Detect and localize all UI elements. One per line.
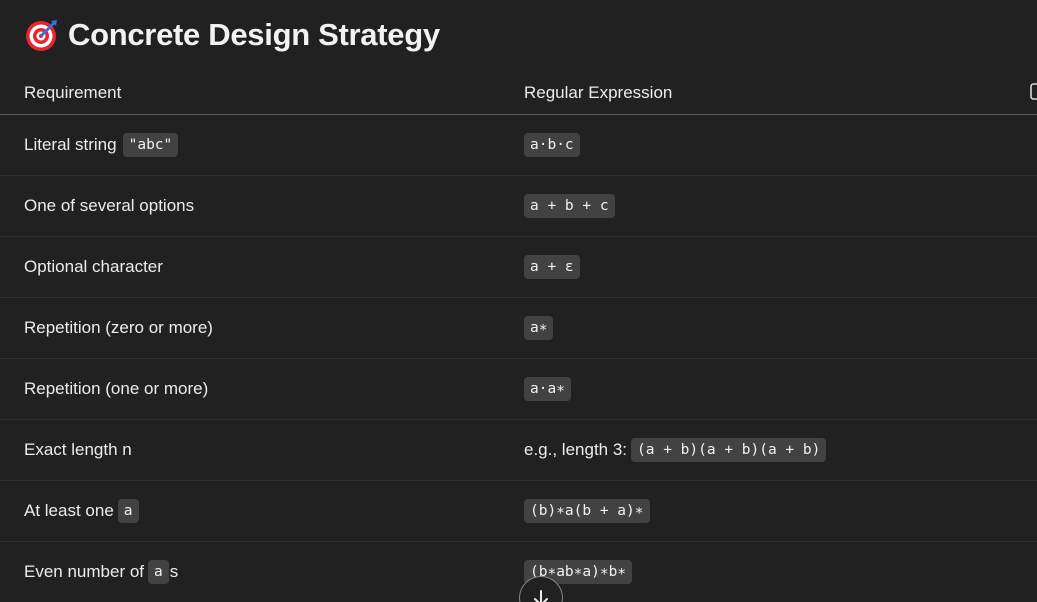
requirement-text: One of several options (24, 196, 195, 215)
requirement-cell: Repetition (one or more) (24, 359, 208, 419)
table-header: Requirement Regular Expression (0, 71, 1037, 115)
requirement-cell: Optional character (24, 237, 163, 297)
requirement-cell: At least one a (24, 481, 139, 541)
regex-code: (a + b)(a + b)(a + b) (631, 438, 827, 462)
requirement-text: Repetition (one or more) (24, 379, 209, 398)
requirement-cell: One of several options (24, 176, 194, 236)
requirement-text: Literal string (24, 135, 117, 154)
regex-cell: (b)∗a(b + a)∗ (524, 481, 650, 541)
regex-cell: a + ε (524, 237, 580, 297)
regex-code: a·b·c (524, 133, 580, 157)
regex-cell: a + b + c (524, 176, 615, 236)
requirement-suffix-text: s (169, 562, 179, 581)
requirement-text: Exact length n (24, 440, 132, 459)
header-regular-expression: Regular Expression (524, 83, 673, 102)
requirements-table: Requirement Regular Expression Literal s… (0, 71, 1037, 602)
regex-code: a·a∗ (524, 377, 571, 401)
inline-code: a (148, 560, 169, 584)
regex-cell: a·b·c (524, 115, 580, 175)
copy-icon[interactable] (1027, 81, 1037, 103)
header-requirement: Requirement (24, 83, 122, 102)
requirement-cell: Repetition (zero or more) (24, 298, 213, 358)
regex-cell: a∗ (524, 298, 554, 358)
requirement-cell: Even number of a s (24, 542, 178, 602)
table-row: Exact length n e.g., length 3: (a + b)(a… (0, 420, 1037, 481)
regex-cell: a·a∗ (524, 359, 571, 419)
table-row: Repetition (one or more) a·a∗ (0, 359, 1037, 420)
inline-code: "abc" (122, 133, 179, 157)
requirement-text: Repetition (zero or more) (24, 318, 213, 337)
requirement-cell: Literal string "abc" (24, 115, 179, 175)
requirement-text: At least one (24, 501, 114, 520)
regex-cell: e.g., length 3: (a + b)(a + b)(a + b) (524, 420, 827, 480)
regex-prefix-text: e.g., length 3: (524, 440, 628, 459)
page-title: Concrete Design Strategy (24, 12, 440, 58)
regex-code: (b)∗a(b + a)∗ (524, 499, 650, 523)
regex-code: a∗ (524, 316, 554, 340)
regex-code: a + ε (524, 255, 580, 279)
table-row: At least one a (b)∗a(b + a)∗ (0, 481, 1037, 542)
target-icon (24, 17, 60, 53)
arrow-down-icon (534, 590, 548, 602)
table-row: Optional character a + ε (0, 237, 1037, 298)
requirement-text: Even number of (24, 562, 145, 581)
table-row: One of several options a + b + c (0, 176, 1037, 237)
regex-code: a + b + c (524, 194, 615, 218)
inline-code: a (117, 499, 139, 523)
table-row: Repetition (zero or more) a∗ (0, 298, 1037, 359)
table-row: Literal string "abc" a·b·c (0, 115, 1037, 176)
page-title-text: Concrete Design Strategy (68, 17, 440, 52)
requirement-text: Optional character (24, 257, 163, 276)
requirement-cell: Exact length n (24, 420, 132, 480)
